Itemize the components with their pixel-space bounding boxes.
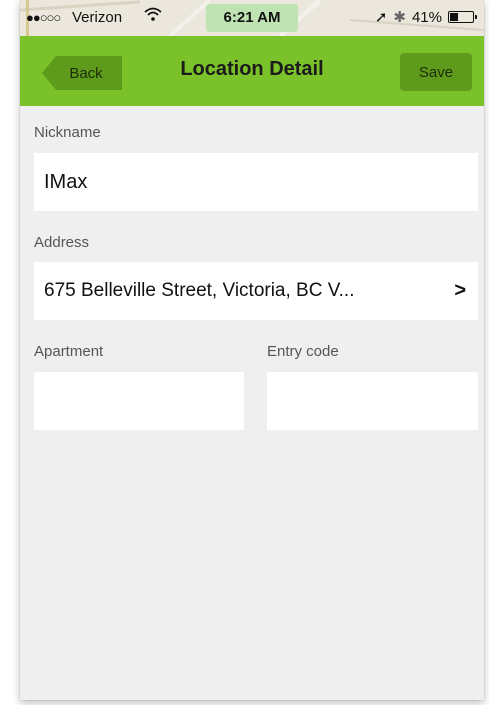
battery-fill — [450, 13, 458, 21]
battery-percent: 41% — [411, 8, 442, 26]
nickname-value: IMax — [44, 170, 88, 193]
nickname-label: Nickname — [34, 124, 101, 141]
address-field[interactable]: 675 Belleville Street, Victoria, BC V...… — [34, 262, 478, 320]
address-value: 675 Belleville Street, Victoria, BC V... — [44, 280, 355, 301]
nickname-field[interactable]: IMax — [34, 153, 478, 211]
battery-icon — [448, 11, 477, 23]
chevron-right-icon[interactable]: > — [454, 280, 466, 303]
status-right: ➚ ✱ 41% — [374, 8, 477, 26]
apartment-field[interactable] — [34, 372, 244, 430]
entry-code-label: Entry code — [267, 343, 339, 360]
location-arrow-icon: ➚ — [374, 9, 388, 26]
entry-code-field[interactable] — [267, 372, 478, 430]
status-bar: ●●○○○ Verizon 6:21 AM ➚ ✱ 41% — [20, 0, 484, 36]
save-button[interactable]: Save — [400, 53, 472, 91]
address-label: Address — [34, 234, 90, 251]
phone-screen: ●●○○○ Verizon 6:21 AM ➚ ✱ 41% Back Locat… — [20, 0, 484, 700]
bluetooth-icon: ✱ — [393, 9, 406, 26]
apartment-label: Apartment — [34, 343, 104, 360]
navigation-bar: Back Location Detail Save — [20, 36, 484, 106]
